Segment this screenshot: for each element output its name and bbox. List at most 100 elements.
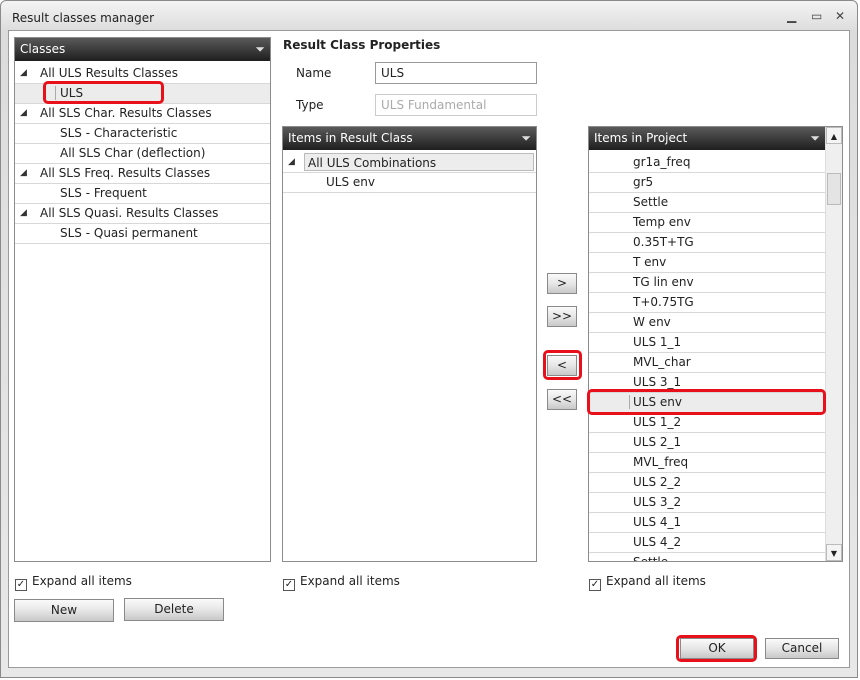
result-class-items-panel: Items in Result Class ⏷ ◢ All ULS Combinat… [282, 126, 537, 562]
item-label: 0.35T+TG [633, 235, 694, 249]
filter-icon[interactable]: ⏷ [255, 38, 265, 61]
project-list-item[interactable]: T+0.75TG [589, 293, 825, 313]
item-label: gr5 [633, 175, 654, 189]
type-input[interactable]: ULS Fundamental [375, 94, 537, 116]
item-label: ULS 3_1 [633, 375, 682, 389]
classes-header-label: Classes [20, 42, 66, 56]
scroll-up-icon[interactable]: ▲ [826, 127, 842, 144]
remove-all-button[interactable]: << [547, 389, 577, 410]
delete-button[interactable]: Delete [124, 598, 224, 621]
item-label: ULS 4_1 [633, 515, 682, 529]
window-title: Result classes manager [12, 11, 155, 25]
item-label: T+0.75TG [633, 295, 694, 309]
class-tree-item[interactable]: SLS - Quasi permanent [15, 224, 270, 244]
classes-panel: Classes ⏷ ◢ All ULS Results Classes ULS ◢ All… [14, 37, 271, 562]
item-label: MVL_char [633, 355, 691, 369]
project-list-item[interactable]: MVL_freq [589, 453, 825, 473]
name-label: Name [296, 66, 332, 80]
class-tree-item[interactable]: SLS - Frequent [15, 184, 270, 204]
group-label: All ULS Combinations [304, 153, 534, 171]
new-button[interactable]: New [14, 599, 114, 622]
item-label: ULS 3_2 [633, 495, 682, 509]
type-label: Type [296, 98, 324, 112]
item-label: T env [633, 255, 667, 269]
project-list-item[interactable]: W env [589, 313, 825, 333]
project-list-item[interactable]: ULS 2_1 [589, 433, 825, 453]
project-list-item[interactable]: 0.35T+TG [589, 233, 825, 253]
class-label: All SLS Char. Results Classes [40, 106, 212, 120]
expand-icon[interactable]: ◢ [20, 204, 27, 223]
item-label: ULS 2_1 [633, 435, 682, 449]
classes-header: Classes ⏷ [15, 38, 270, 61]
add-all-button[interactable]: >> [547, 306, 577, 327]
item-label: gr1a_freq [633, 155, 691, 169]
minimize-button[interactable]: ▁ [787, 9, 796, 23]
scroll-down-icon[interactable]: ▼ [826, 544, 842, 561]
item-label: ULS 1_2 [633, 415, 682, 429]
class-tree-item[interactable]: All SLS Char (deflection) [15, 144, 270, 164]
class-label: SLS - Characteristic [60, 126, 178, 140]
project-items-panel: Items in Project ⏷ gr1a_freq gr5 Settle Temp… [588, 126, 843, 562]
project-list-item[interactable]: Settle [589, 193, 825, 213]
highlight-uls [43, 81, 164, 104]
expand-all-classes-checkbox[interactable]: ✓ Expand all items [15, 574, 132, 591]
item-label: Settle [633, 195, 669, 209]
result-class-items-header: Items in Result Class ⏷ [283, 127, 536, 150]
class-tree-item[interactable]: SLS - Characteristic [15, 124, 270, 144]
project-list-item[interactable]: TG lin env [589, 273, 825, 293]
project-list-item[interactable]: ULS 4_1 [589, 513, 825, 533]
project-list-item[interactable]: Temp env [589, 213, 825, 233]
list-item[interactable]: ULS env [283, 173, 536, 193]
project-list-item[interactable]: ULS 2_2 [589, 473, 825, 493]
project-list-item[interactable]: ULS 4_2 [589, 533, 825, 553]
project-list-item[interactable]: MVL_char [589, 353, 825, 373]
add-button[interactable]: > [547, 273, 577, 294]
expand-all-project-items-checkbox[interactable]: ✓ Expand all items [589, 574, 706, 591]
class-tree-item[interactable]: ◢ All SLS Freq. Results Classes [15, 164, 270, 184]
checkbox-label: Expand all items [300, 574, 400, 588]
class-label: All SLS Freq. Results Classes [40, 166, 211, 180]
expand-all-result-items-checkbox[interactable]: ✓ Expand all items [283, 574, 400, 591]
project-items-header-label: Items in Project [594, 131, 688, 145]
project-list-item[interactable]: ULS 1_1 [589, 333, 825, 353]
check-icon: ✓ [15, 579, 27, 591]
item-label: ULS 4_2 [633, 535, 682, 549]
maximize-button[interactable]: ▭ [811, 9, 822, 23]
project-list-item[interactable]: Settle [589, 553, 825, 562]
item-label: TG lin env [633, 275, 694, 289]
result-class-items-header-label: Items in Result Class [288, 131, 413, 145]
class-label: All ULS Results Classes [40, 66, 178, 80]
expand-icon[interactable]: ◢ [288, 153, 295, 172]
item-label: W env [633, 315, 671, 329]
item-label: Settle [633, 555, 669, 562]
project-list-item[interactable]: gr1a_freq [589, 153, 825, 173]
project-items-header: Items in Project ⏷ [589, 127, 825, 150]
check-icon: ✓ [589, 579, 601, 591]
expand-icon[interactable]: ◢ [20, 104, 27, 123]
item-label: ULS 1_1 [633, 335, 682, 349]
class-tree-item[interactable]: ◢ All SLS Quasi. Results Classes [15, 204, 270, 224]
scroll-thumb[interactable] [827, 173, 841, 205]
project-list-item[interactable]: ULS 1_2 [589, 413, 825, 433]
project-list-item[interactable]: ULS 3_2 [589, 493, 825, 513]
highlight-ok [676, 635, 757, 662]
item-label: MVL_freq [633, 455, 689, 469]
checkbox-label: Expand all items [32, 574, 132, 588]
scrollbar[interactable]: ▲ ▼ [825, 127, 842, 561]
highlight-remove [543, 350, 582, 380]
project-list-item[interactable]: gr5 [589, 173, 825, 193]
filter-icon[interactable]: ⏷ [810, 127, 820, 150]
name-input[interactable]: ULS [375, 62, 537, 84]
properties-title: Result Class Properties [283, 38, 441, 52]
expand-icon[interactable]: ◢ [20, 64, 27, 83]
tree-group-row[interactable]: ◢ All ULS Combinations [283, 153, 536, 173]
expand-icon[interactable]: ◢ [20, 164, 27, 183]
class-label: SLS - Frequent [60, 186, 147, 200]
filter-icon[interactable]: ⏷ [521, 127, 531, 150]
item-label: ULS env [326, 175, 375, 189]
close-button[interactable]: ✕ [835, 9, 845, 23]
class-label: All SLS Quasi. Results Classes [40, 206, 219, 220]
project-list-item[interactable]: T env [589, 253, 825, 273]
cancel-button[interactable]: Cancel [765, 638, 839, 659]
class-tree-item[interactable]: ◢ All SLS Char. Results Classes [15, 104, 270, 124]
